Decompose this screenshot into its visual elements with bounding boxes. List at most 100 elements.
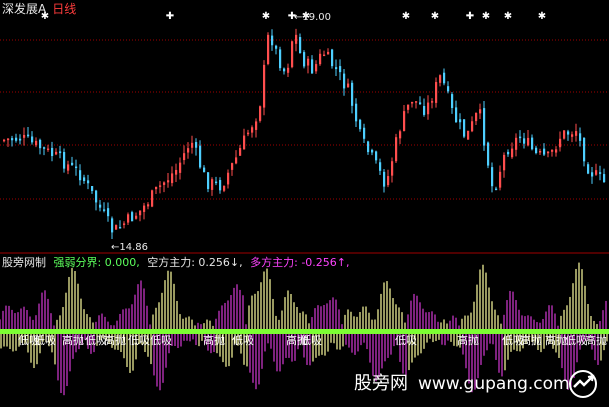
- candle-body: [419, 102, 422, 105]
- candle-body: [559, 138, 562, 148]
- star-marker-icon: ✱: [262, 11, 270, 22]
- candle-body: [239, 148, 242, 156]
- candle-body: [339, 66, 342, 73]
- candle: [251, 125, 254, 138]
- candle: [27, 126, 30, 138]
- signal-label: 低吸: [300, 334, 322, 347]
- candle: [199, 140, 202, 169]
- candle-body: [191, 142, 194, 148]
- candle-body: [599, 172, 602, 174]
- candle: [303, 50, 306, 69]
- candle: [567, 129, 570, 141]
- candle-body: [203, 167, 206, 173]
- candle: [367, 140, 370, 155]
- candle: [391, 157, 394, 183]
- candle-body: [295, 34, 298, 44]
- star-marker-icon: ✱: [538, 11, 546, 22]
- candle-body: [115, 225, 118, 230]
- candle-body: [499, 171, 502, 188]
- candle: [267, 32, 270, 66]
- candle-body: [283, 68, 286, 72]
- candle-body: [103, 209, 106, 211]
- candle: [459, 113, 462, 130]
- candle: [263, 60, 266, 116]
- candle: [271, 29, 274, 51]
- signal-label: 高抛: [585, 333, 607, 347]
- candle: [539, 148, 542, 155]
- high-price-label: ←19.00: [294, 12, 331, 23]
- candle-body: [223, 185, 226, 191]
- candle: [91, 185, 94, 194]
- candle: [319, 49, 322, 66]
- candle: [95, 189, 98, 211]
- candle: [471, 116, 474, 133]
- candle: [259, 105, 262, 123]
- signal-label: 高抛: [104, 333, 126, 347]
- candle: [19, 134, 22, 145]
- candle: [351, 80, 354, 114]
- candle-body: [195, 142, 198, 148]
- signal-label: 高抛: [62, 333, 84, 347]
- candle: [279, 46, 282, 71]
- candle-body: [479, 109, 482, 114]
- candle: [75, 159, 78, 176]
- candle-body: [75, 166, 78, 169]
- candle: [143, 202, 146, 220]
- candle-body: [555, 149, 558, 153]
- candle: [335, 59, 338, 77]
- legend-item-short-force: 空方主力: 0.256↓,: [147, 256, 243, 269]
- candle-body: [379, 162, 382, 171]
- candle-body: [3, 139, 6, 142]
- candle-body: [579, 133, 582, 141]
- candle: [175, 163, 178, 182]
- candle: [155, 186, 158, 194]
- candle: [207, 172, 210, 193]
- candle: [511, 142, 514, 159]
- candle-body: [351, 82, 354, 106]
- candle: [35, 137, 38, 148]
- stock-name[interactable]: 深发展A: [2, 2, 46, 16]
- candle: [495, 186, 498, 191]
- candle-body: [403, 111, 406, 131]
- candle-body: [571, 134, 574, 137]
- candle: [3, 138, 6, 143]
- candle: [379, 158, 382, 175]
- candle: [355, 98, 358, 127]
- candle: [571, 131, 574, 143]
- candle-body: [447, 86, 450, 92]
- candle: [483, 101, 486, 151]
- candle-body: [171, 173, 174, 184]
- candle-body: [227, 172, 230, 185]
- candle: [151, 189, 154, 208]
- candle: [307, 55, 310, 74]
- candle: [455, 100, 458, 123]
- candle: [587, 162, 590, 175]
- candle-body: [475, 113, 478, 122]
- candle: [195, 138, 198, 156]
- candle-body: [583, 137, 586, 162]
- candle: [203, 165, 206, 173]
- candle: [363, 123, 366, 144]
- candle-body: [435, 82, 438, 103]
- candle: [147, 202, 150, 210]
- candlestick-series[interactable]: [3, 28, 606, 240]
- candle-body: [387, 176, 390, 186]
- candle: [71, 156, 74, 167]
- candle: [163, 181, 166, 193]
- star-marker-icon: ✱: [504, 11, 512, 22]
- indicator-source[interactable]: 股旁网制: [2, 256, 46, 269]
- candle: [63, 148, 66, 173]
- star-marker-icon: ✱: [402, 11, 410, 22]
- candle: [507, 149, 510, 157]
- candle-body: [543, 148, 546, 155]
- period-label[interactable]: 日线: [52, 2, 76, 16]
- candle-body: [35, 140, 38, 146]
- candle: [523, 132, 526, 149]
- candle-body: [563, 130, 566, 139]
- candle: [503, 152, 506, 178]
- candle: [423, 98, 426, 117]
- candle: [583, 137, 586, 167]
- candle-body: [587, 164, 590, 174]
- candle: [23, 127, 26, 146]
- candle: [499, 165, 502, 191]
